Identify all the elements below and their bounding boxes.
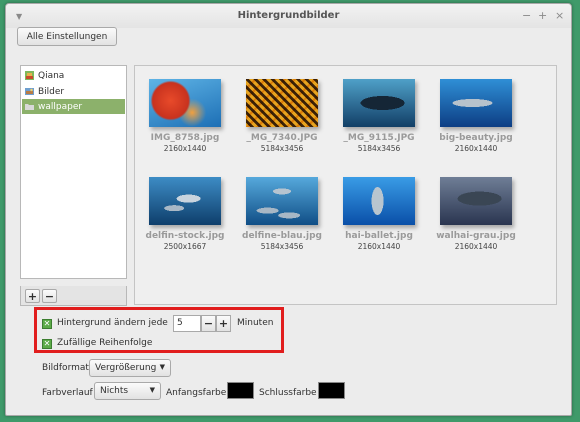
- image-name: big-beauty.jpg: [439, 133, 513, 143]
- picture-format-select[interactable]: Vergrößerung ▼: [89, 359, 171, 377]
- thumbnail-image-shark-ballet: [343, 177, 415, 225]
- sidebar-item-bilder[interactable]: Bilder: [22, 84, 125, 99]
- image-name: delfin-stock.jpg: [145, 231, 225, 241]
- wallpaper-thumbnail[interactable]: _MG_9115.JPG 5184x3456: [330, 79, 428, 153]
- start-color-label: Anfangsfarbe: [166, 388, 227, 398]
- image-size: 2160x1440: [163, 144, 207, 153]
- image-size: 2160x1440: [454, 242, 498, 251]
- random-order-checkbox[interactable]: ✕: [42, 339, 52, 349]
- pictures-folder-icon: [25, 88, 34, 95]
- end-color-button[interactable]: [318, 382, 345, 399]
- wallpaper-settings-window: ▼ Hintergrundbilder − + × Alle Einstellu…: [5, 3, 572, 416]
- sidebar-item-qiana[interactable]: Qiana: [22, 68, 125, 83]
- image-size: 2160x1440: [454, 144, 498, 153]
- gradient-select[interactable]: Nichts ▼: [94, 382, 161, 400]
- mint-logo-icon: [25, 71, 34, 80]
- thumbnail-image-whale-shark: [440, 177, 512, 225]
- thumbnail-image-dolphins: [149, 177, 221, 225]
- interval-increment-button[interactable]: +: [216, 315, 231, 332]
- image-size: 2160x1440: [357, 242, 401, 251]
- interval-decrement-button[interactable]: −: [201, 315, 216, 332]
- wallpaper-grid: IMG_8758.jpg 2160x1440 _MG_7340.JPG 5184…: [134, 65, 557, 305]
- thumbnail-image-dolphin-pod: [246, 177, 318, 225]
- image-name: delfine-blau.jpg: [242, 231, 322, 241]
- sidebar-item-wallpaper[interactable]: wallpaper: [22, 99, 125, 114]
- random-order-label: Zufällige Reihenfolge: [57, 338, 153, 348]
- interval-input[interactable]: 5: [173, 315, 201, 332]
- wallpaper-thumbnail[interactable]: delfine-blau.jpg 5184x3456: [233, 177, 331, 251]
- image-name: hai-ballet.jpg: [345, 231, 413, 241]
- dropdown-arrow-icon: ▼: [159, 363, 165, 371]
- image-name: IMG_8758.jpg: [150, 133, 220, 143]
- picture-format-value: Vergrößerung: [95, 363, 157, 373]
- thumbnail-image-shark: [440, 79, 512, 127]
- wallpaper-thumbnail[interactable]: IMG_8758.jpg 2160x1440: [136, 79, 234, 153]
- minimize-button[interactable]: −: [522, 9, 531, 22]
- image-name: _MG_9115.JPG: [343, 133, 415, 143]
- image-size: 5184x3456: [260, 144, 304, 153]
- close-button[interactable]: ×: [555, 9, 564, 22]
- change-every-label: Hintergrund ändern jede: [57, 318, 168, 328]
- add-folder-button[interactable]: +: [25, 289, 40, 303]
- image-size: 2500x1667: [163, 242, 207, 251]
- gradient-value: Nichts: [100, 386, 129, 396]
- wallpaper-thumbnail[interactable]: delfin-stock.jpg 2500x1667: [136, 177, 234, 251]
- dropdown-arrow-icon: ▼: [149, 386, 155, 394]
- change-every-checkbox[interactable]: ✕: [42, 319, 52, 329]
- sidebar-toolbar: + −: [20, 286, 127, 306]
- wallpaper-thumbnail[interactable]: walhai-grau.jpg 2160x1440: [427, 177, 525, 251]
- picture-format-label: Bildformat: [42, 363, 89, 373]
- wallpaper-thumbnail[interactable]: hai-ballet.jpg 2160x1440: [330, 177, 428, 251]
- titlebar: ▼ Hintergrundbilder − + ×: [6, 4, 571, 28]
- sidebar-item-label: wallpaper: [38, 101, 83, 112]
- folder-icon: [25, 104, 34, 110]
- wallpaper-thumbnail[interactable]: big-beauty.jpg 2160x1440: [427, 79, 525, 153]
- wallpaper-thumbnail[interactable]: _MG_7340.JPG 5184x3456: [233, 79, 331, 153]
- sidebar-item-label: Qiana: [38, 70, 65, 81]
- image-name: walhai-grau.jpg: [436, 231, 516, 241]
- image-size: 5184x3456: [260, 242, 304, 251]
- image-size: 5184x3456: [357, 144, 401, 153]
- start-color-button[interactable]: [227, 382, 254, 399]
- minutes-label: Minuten: [237, 318, 274, 328]
- remove-folder-button[interactable]: −: [42, 289, 57, 303]
- image-name: _MG_7340.JPG: [246, 133, 318, 143]
- maximize-button[interactable]: +: [538, 9, 547, 22]
- gradient-label: Farbverlauf: [42, 388, 93, 398]
- thumbnail-image-sea-fan: [246, 79, 318, 127]
- window-title: Hintergrundbilder: [237, 10, 340, 21]
- thumbnail-image-coral: [149, 79, 221, 127]
- folder-sidebar: Qiana Bilder wallpaper: [20, 65, 127, 279]
- thumbnail-image-manta: [343, 79, 415, 127]
- end-color-label: Schlussfarbe: [259, 388, 317, 398]
- sidebar-item-label: Bilder: [38, 86, 65, 97]
- all-settings-button[interactable]: Alle Einstellungen: [17, 27, 117, 46]
